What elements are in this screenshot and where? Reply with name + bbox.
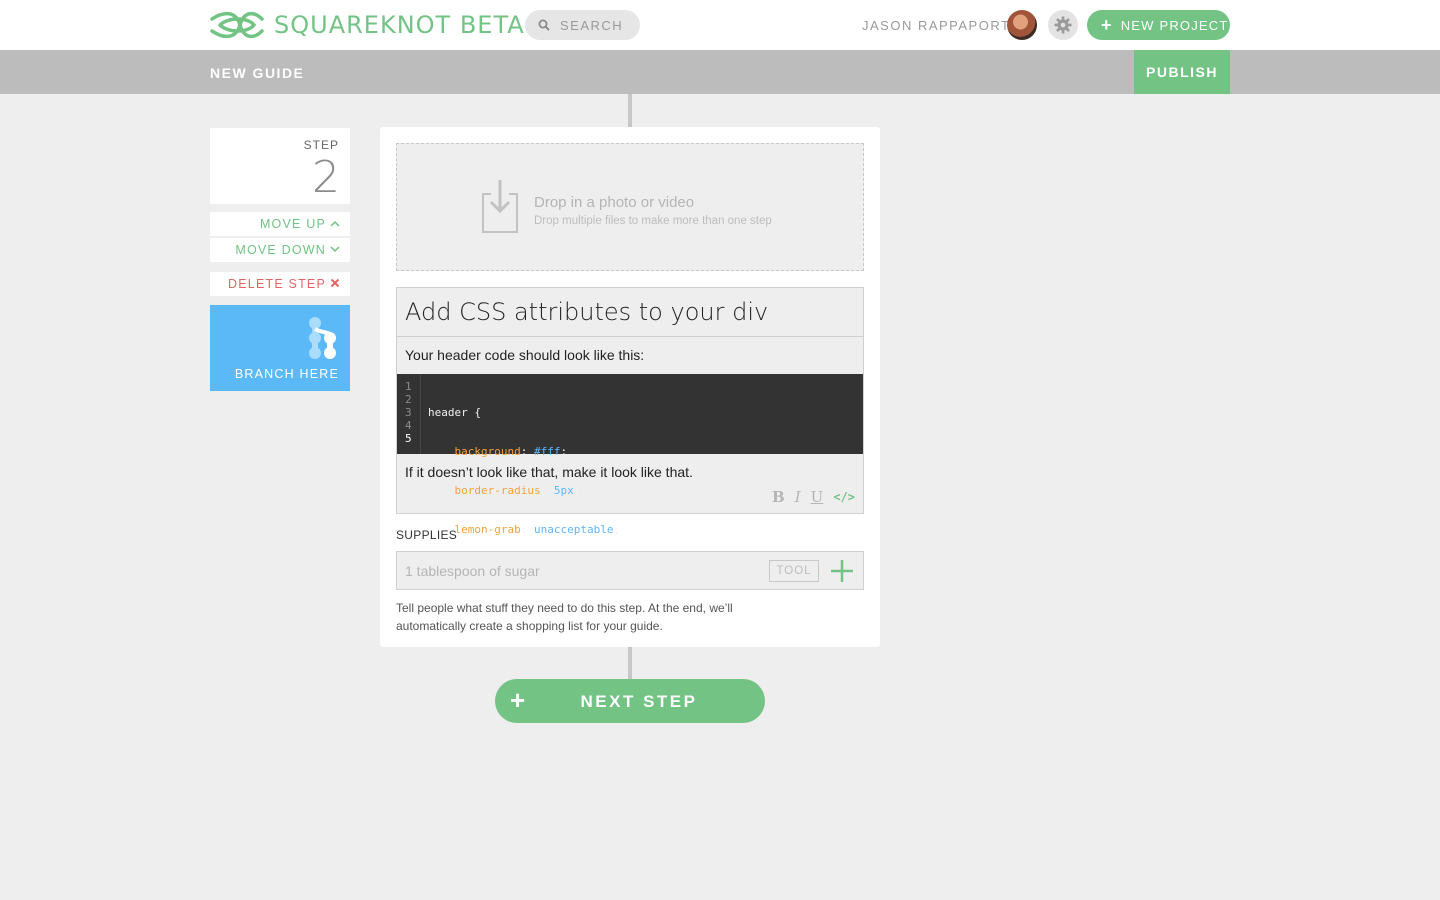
search-placeholder: SEARCH [560,17,624,33]
move-up-label: MOVE UP [259,217,326,231]
close-icon [330,278,340,291]
code-block[interactable]: 1 2 3 4 5 header { background: #fff; bor… [397,374,863,575]
line-number: 4 [405,419,412,432]
next-step-button[interactable]: + NEXT STEP [495,679,765,723]
publish-button[interactable]: PUBLISH [1134,50,1230,94]
bold-button[interactable]: B [772,488,785,506]
underline-button[interactable]: U [811,488,824,506]
supplies-label: SUPPLIES [396,528,458,542]
step-connector-bottom [628,647,632,679]
code-line: background: #fff; [454,445,568,458]
line-numbers: 1 2 3 4 5 [397,374,421,454]
step-indicator: STEP 2 [210,128,350,204]
guide-toolbar: NEW GUIDE PUBLISH [0,50,1440,94]
chevron-up-icon [330,218,340,230]
step-card: Drop in a photo or video Drop multiple f… [380,127,880,647]
format-toolbar: B I U </> [772,488,855,506]
step-editor[interactable]: Add CSS attributes to your div Your head… [396,287,864,575]
delete-step-button[interactable]: DELETE STEP [210,272,350,296]
guide-title: NEW GUIDE [210,65,305,81]
avatar[interactable] [1007,10,1037,40]
italic-button[interactable]: I [795,488,801,506]
plus-icon [831,560,853,582]
move-down-label: MOVE DOWN [235,243,326,257]
move-down-button[interactable]: MOVE DOWN [210,238,350,262]
search-box[interactable]: SEARCH [525,10,640,40]
gear-icon [1054,16,1072,34]
user-name[interactable]: JASON RAPPAPORT [862,18,1010,33]
step-title[interactable]: Add CSS attributes to your div [397,288,863,337]
branch-icon [309,317,336,359]
brand-logo[interactable]: SQUAREKNOT BETA [210,11,525,39]
delete-step-label: DELETE STEP [228,277,326,291]
top-header: SQUAREKNOT BETA SEARCH JASON RAPPAPORT +… [0,0,1440,50]
chevron-down-icon [330,244,340,256]
dropzone-subtitle: Drop multiple files to make more than on… [534,215,772,227]
add-supply-button[interactable] [827,556,857,586]
dropzone-title: Drop in a photo or video [534,194,695,211]
line-number: 1 [405,380,412,393]
line-number: 2 [405,393,412,406]
step-label: STEP [303,138,339,152]
code-button[interactable]: </> [833,490,855,504]
next-step-label: NEXT STEP [580,692,698,711]
step-intro-text[interactable]: Your header code should look like this: [397,337,863,374]
code-line: header { [428,406,481,419]
line-number: 3 [405,406,412,419]
search-icon [538,19,550,31]
tool-toggle[interactable]: TOOL [769,560,819,582]
code-lines: header { background: #fff; border-radius… [421,374,620,575]
move-up-button[interactable]: MOVE UP [210,212,350,236]
new-project-label: NEW PROJECT [1120,17,1229,33]
line-number-current: 5 [405,432,412,445]
knot-logo-icon [210,11,264,39]
code-line: border-radius: 5px; [454,484,581,497]
supply-input[interactable] [397,552,757,589]
plus-icon: + [1101,15,1113,35]
branch-here-label: BRANCH HERE [234,367,339,381]
step-number: 2 [312,152,340,203]
brand-name: SQUAREKNOT BETA [274,11,525,39]
settings-button[interactable] [1048,10,1078,40]
download-icon [482,180,518,233]
branch-here-button[interactable]: BRANCH HERE [210,305,350,391]
supplies-hint: Tell people what stuff they need to do t… [396,601,733,633]
step-connector-top [628,94,632,127]
supply-entry-row: TOOL [396,551,864,590]
media-dropzone[interactable]: Drop in a photo or video Drop multiple f… [396,143,864,271]
new-project-button[interactable]: + NEW PROJECT [1087,10,1230,40]
